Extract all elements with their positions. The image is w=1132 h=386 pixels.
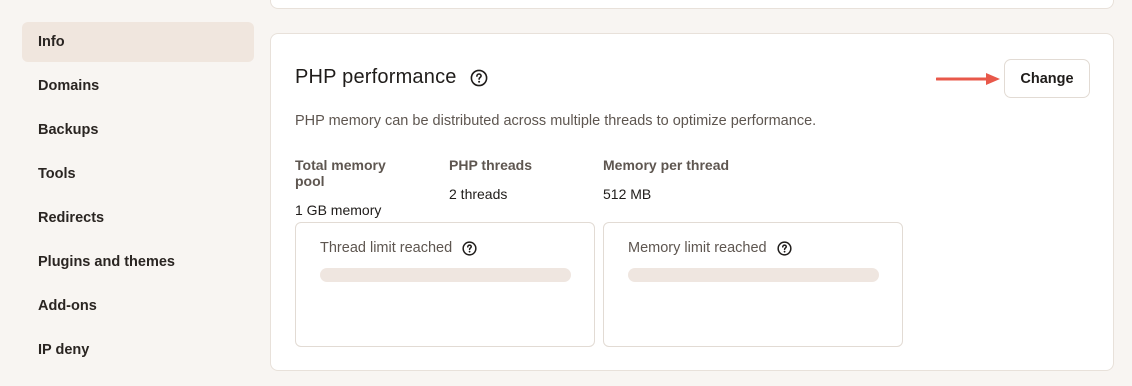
sidebar-item-label: Plugins and themes: [38, 254, 175, 270]
sidebar-item-add-ons[interactable]: Add-ons: [22, 286, 254, 326]
change-button[interactable]: Change: [1004, 59, 1090, 98]
sidebar-item-label: Add-ons: [38, 298, 97, 314]
loading-placeholder-bar: [628, 268, 879, 282]
sidebar-item-plugins-and-themes[interactable]: Plugins and themes: [22, 242, 254, 282]
loading-placeholder-bar: [320, 268, 571, 282]
sidebar-item-label: Tools: [38, 166, 76, 182]
sidebar-item-label: Domains: [38, 78, 100, 94]
sidebar-item-label: IP deny: [38, 342, 90, 358]
limit-card-header: Thread limit reached: [320, 240, 477, 256]
sidebar-item-label: Backups: [38, 122, 99, 138]
help-icon[interactable]: [462, 240, 477, 256]
limit-card-title: Thread limit reached: [320, 240, 453, 256]
sidebar-item-backups[interactable]: Backups: [22, 110, 254, 150]
php-performance-card: PHP performance Change PHP memory can be…: [270, 33, 1114, 371]
stat-value: 512 MB: [603, 186, 652, 202]
stat-label: PHP threads: [449, 157, 532, 173]
sidebar-item-domains[interactable]: Domains: [22, 66, 254, 106]
stat-value: 1 GB memory: [295, 202, 382, 218]
sidebar-nav: Info Domains Backups Tools Redirects Plu…: [22, 22, 254, 374]
previous-card: [270, 0, 1114, 9]
sidebar-item-label: Info: [38, 34, 65, 50]
card-description: PHP memory can be distributed across mul…: [295, 113, 817, 129]
thread-limit-card: Thread limit reached: [295, 222, 595, 347]
stat-memory-per-thread: Memory per thread 512 MB: [603, 157, 763, 218]
sidebar-item-tools[interactable]: Tools: [22, 154, 254, 194]
arrow-right-icon: [936, 73, 1000, 85]
limit-card-title: Memory limit reached: [628, 240, 767, 256]
memory-limit-card: Memory limit reached: [603, 222, 903, 347]
sidebar-item-label: Redirects: [38, 210, 105, 226]
card-title: PHP performance: [295, 66, 457, 88]
help-icon[interactable]: [777, 240, 792, 256]
help-icon[interactable]: [469, 68, 489, 88]
sidebar-item-info[interactable]: Info: [22, 22, 254, 62]
limit-card-header: Memory limit reached: [628, 240, 792, 256]
stat-php-threads: PHP threads 2 threads: [449, 157, 573, 218]
sidebar-item-ip-deny[interactable]: IP deny: [22, 330, 254, 370]
stat-value: 2 threads: [449, 186, 508, 202]
memory-stats: Total memory pool 1 GB memory PHP thread…: [295, 157, 793, 218]
sidebar-item-redirects[interactable]: Redirects: [22, 198, 254, 238]
stat-label: Total memory pool: [295, 157, 386, 189]
card-header: PHP performance: [295, 66, 489, 89]
stat-label: Memory per thread: [603, 157, 730, 173]
stat-total-memory-pool: Total memory pool 1 GB memory: [295, 157, 419, 218]
